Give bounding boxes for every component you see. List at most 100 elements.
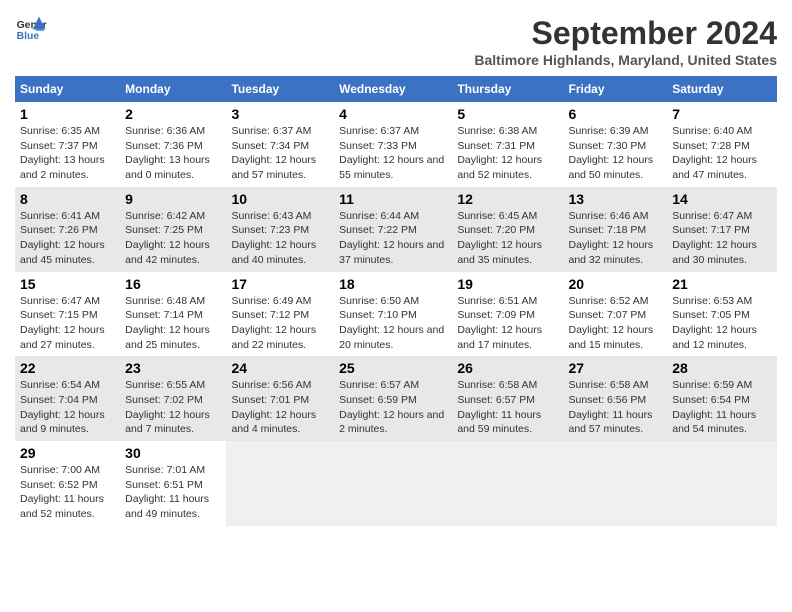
title-section: September 2024 Baltimore Highlands, Mary…	[474, 15, 777, 68]
calendar-cell: 14 Sunrise: 6:47 AMSunset: 7:17 PMDaylig…	[667, 187, 777, 272]
calendar-cell: 28 Sunrise: 6:59 AMSunset: 6:54 PMDaylig…	[667, 356, 777, 441]
day-info: Sunrise: 6:49 AMSunset: 7:12 PMDaylight:…	[231, 295, 316, 351]
day-number: 24	[231, 360, 329, 376]
day-info: Sunrise: 6:57 AMSunset: 6:59 PMDaylight:…	[339, 379, 444, 435]
calendar-cell: 12 Sunrise: 6:45 AMSunset: 7:20 PMDaylig…	[452, 187, 563, 272]
day-info: Sunrise: 6:39 AMSunset: 7:30 PMDaylight:…	[569, 125, 654, 181]
day-info: Sunrise: 6:51 AMSunset: 7:09 PMDaylight:…	[457, 295, 542, 351]
day-info: Sunrise: 6:40 AMSunset: 7:28 PMDaylight:…	[672, 125, 757, 181]
calendar-cell: 2 Sunrise: 6:36 AMSunset: 7:36 PMDayligh…	[120, 102, 226, 187]
day-info: Sunrise: 6:44 AMSunset: 7:22 PMDaylight:…	[339, 210, 444, 266]
subtitle: Baltimore Highlands, Maryland, United St…	[474, 52, 777, 68]
col-header-saturday: Saturday	[667, 76, 777, 102]
calendar-cell: 13 Sunrise: 6:46 AMSunset: 7:18 PMDaylig…	[564, 187, 668, 272]
day-number: 30	[125, 445, 221, 461]
day-number: 18	[339, 276, 447, 292]
calendar-week-1: 1 Sunrise: 6:35 AMSunset: 7:37 PMDayligh…	[15, 102, 777, 187]
day-info: Sunrise: 6:43 AMSunset: 7:23 PMDaylight:…	[231, 210, 316, 266]
calendar-cell: 27 Sunrise: 6:58 AMSunset: 6:56 PMDaylig…	[564, 356, 668, 441]
day-info: Sunrise: 6:58 AMSunset: 6:57 PMDaylight:…	[457, 379, 541, 435]
day-info: Sunrise: 6:56 AMSunset: 7:01 PMDaylight:…	[231, 379, 316, 435]
day-info: Sunrise: 6:48 AMSunset: 7:14 PMDaylight:…	[125, 295, 210, 351]
day-info: Sunrise: 6:46 AMSunset: 7:18 PMDaylight:…	[569, 210, 654, 266]
calendar-table: SundayMondayTuesdayWednesdayThursdayFrid…	[15, 76, 777, 526]
day-info: Sunrise: 6:55 AMSunset: 7:02 PMDaylight:…	[125, 379, 210, 435]
calendar-cell: 11 Sunrise: 6:44 AMSunset: 7:22 PMDaylig…	[334, 187, 452, 272]
calendar-cell: 9 Sunrise: 6:42 AMSunset: 7:25 PMDayligh…	[120, 187, 226, 272]
calendar-cell	[564, 441, 668, 526]
day-number: 14	[672, 191, 772, 207]
svg-text:Blue: Blue	[17, 31, 40, 42]
calendar-cell: 23 Sunrise: 6:55 AMSunset: 7:02 PMDaylig…	[120, 356, 226, 441]
day-info: Sunrise: 7:00 AMSunset: 6:52 PMDaylight:…	[20, 464, 104, 520]
calendar-cell: 5 Sunrise: 6:38 AMSunset: 7:31 PMDayligh…	[452, 102, 563, 187]
day-number: 9	[125, 191, 221, 207]
logo: General Blue	[15, 15, 47, 43]
day-number: 1	[20, 106, 115, 122]
day-info: Sunrise: 6:58 AMSunset: 6:56 PMDaylight:…	[569, 379, 653, 435]
calendar-cell: 19 Sunrise: 6:51 AMSunset: 7:09 PMDaylig…	[452, 272, 563, 357]
day-info: Sunrise: 6:45 AMSunset: 7:20 PMDaylight:…	[457, 210, 542, 266]
day-number: 21	[672, 276, 772, 292]
day-info: Sunrise: 6:53 AMSunset: 7:05 PMDaylight:…	[672, 295, 757, 351]
col-header-sunday: Sunday	[15, 76, 120, 102]
day-info: Sunrise: 6:37 AMSunset: 7:33 PMDaylight:…	[339, 125, 444, 181]
day-number: 20	[569, 276, 663, 292]
day-info: Sunrise: 6:50 AMSunset: 7:10 PMDaylight:…	[339, 295, 444, 351]
day-info: Sunrise: 6:41 AMSunset: 7:26 PMDaylight:…	[20, 210, 105, 266]
day-number: 6	[569, 106, 663, 122]
day-info: Sunrise: 6:38 AMSunset: 7:31 PMDaylight:…	[457, 125, 542, 181]
col-header-monday: Monday	[120, 76, 226, 102]
col-header-tuesday: Tuesday	[226, 76, 334, 102]
calendar-cell: 26 Sunrise: 6:58 AMSunset: 6:57 PMDaylig…	[452, 356, 563, 441]
calendar-cell: 16 Sunrise: 6:48 AMSunset: 7:14 PMDaylig…	[120, 272, 226, 357]
col-header-friday: Friday	[564, 76, 668, 102]
calendar-week-4: 22 Sunrise: 6:54 AMSunset: 7:04 PMDaylig…	[15, 356, 777, 441]
day-number: 23	[125, 360, 221, 376]
day-number: 17	[231, 276, 329, 292]
day-number: 12	[457, 191, 558, 207]
page-header: General Blue September 2024 Baltimore Hi…	[15, 15, 777, 68]
calendar-cell: 17 Sunrise: 6:49 AMSunset: 7:12 PMDaylig…	[226, 272, 334, 357]
main-title: September 2024	[474, 15, 777, 52]
calendar-cell: 1 Sunrise: 6:35 AMSunset: 7:37 PMDayligh…	[15, 102, 120, 187]
calendar-cell: 21 Sunrise: 6:53 AMSunset: 7:05 PMDaylig…	[667, 272, 777, 357]
day-info: Sunrise: 6:54 AMSunset: 7:04 PMDaylight:…	[20, 379, 105, 435]
day-info: Sunrise: 6:47 AMSunset: 7:15 PMDaylight:…	[20, 295, 105, 351]
day-number: 22	[20, 360, 115, 376]
col-header-wednesday: Wednesday	[334, 76, 452, 102]
calendar-cell: 10 Sunrise: 6:43 AMSunset: 7:23 PMDaylig…	[226, 187, 334, 272]
calendar-cell: 25 Sunrise: 6:57 AMSunset: 6:59 PMDaylig…	[334, 356, 452, 441]
calendar-cell	[226, 441, 334, 526]
day-number: 25	[339, 360, 447, 376]
day-number: 4	[339, 106, 447, 122]
calendar-cell: 29 Sunrise: 7:00 AMSunset: 6:52 PMDaylig…	[15, 441, 120, 526]
calendar-cell: 3 Sunrise: 6:37 AMSunset: 7:34 PMDayligh…	[226, 102, 334, 187]
day-number: 16	[125, 276, 221, 292]
calendar-cell: 18 Sunrise: 6:50 AMSunset: 7:10 PMDaylig…	[334, 272, 452, 357]
day-number: 13	[569, 191, 663, 207]
calendar-cell: 30 Sunrise: 7:01 AMSunset: 6:51 PMDaylig…	[120, 441, 226, 526]
day-info: Sunrise: 6:47 AMSunset: 7:17 PMDaylight:…	[672, 210, 757, 266]
logo-icon: General Blue	[15, 15, 47, 43]
day-number: 8	[20, 191, 115, 207]
day-info: Sunrise: 6:35 AMSunset: 7:37 PMDaylight:…	[20, 125, 105, 181]
day-number: 7	[672, 106, 772, 122]
calendar-cell: 8 Sunrise: 6:41 AMSunset: 7:26 PMDayligh…	[15, 187, 120, 272]
day-info: Sunrise: 6:59 AMSunset: 6:54 PMDaylight:…	[672, 379, 756, 435]
day-info: Sunrise: 6:37 AMSunset: 7:34 PMDaylight:…	[231, 125, 316, 181]
calendar-week-3: 15 Sunrise: 6:47 AMSunset: 7:15 PMDaylig…	[15, 272, 777, 357]
day-number: 27	[569, 360, 663, 376]
calendar-cell	[667, 441, 777, 526]
day-number: 29	[20, 445, 115, 461]
calendar-cell: 4 Sunrise: 6:37 AMSunset: 7:33 PMDayligh…	[334, 102, 452, 187]
calendar-cell: 24 Sunrise: 6:56 AMSunset: 7:01 PMDaylig…	[226, 356, 334, 441]
calendar-week-5: 29 Sunrise: 7:00 AMSunset: 6:52 PMDaylig…	[15, 441, 777, 526]
calendar-cell: 7 Sunrise: 6:40 AMSunset: 7:28 PMDayligh…	[667, 102, 777, 187]
day-number: 5	[457, 106, 558, 122]
calendar-cell: 22 Sunrise: 6:54 AMSunset: 7:04 PMDaylig…	[15, 356, 120, 441]
day-number: 2	[125, 106, 221, 122]
calendar-cell: 20 Sunrise: 6:52 AMSunset: 7:07 PMDaylig…	[564, 272, 668, 357]
day-info: Sunrise: 6:36 AMSunset: 7:36 PMDaylight:…	[125, 125, 210, 181]
col-header-thursday: Thursday	[452, 76, 563, 102]
